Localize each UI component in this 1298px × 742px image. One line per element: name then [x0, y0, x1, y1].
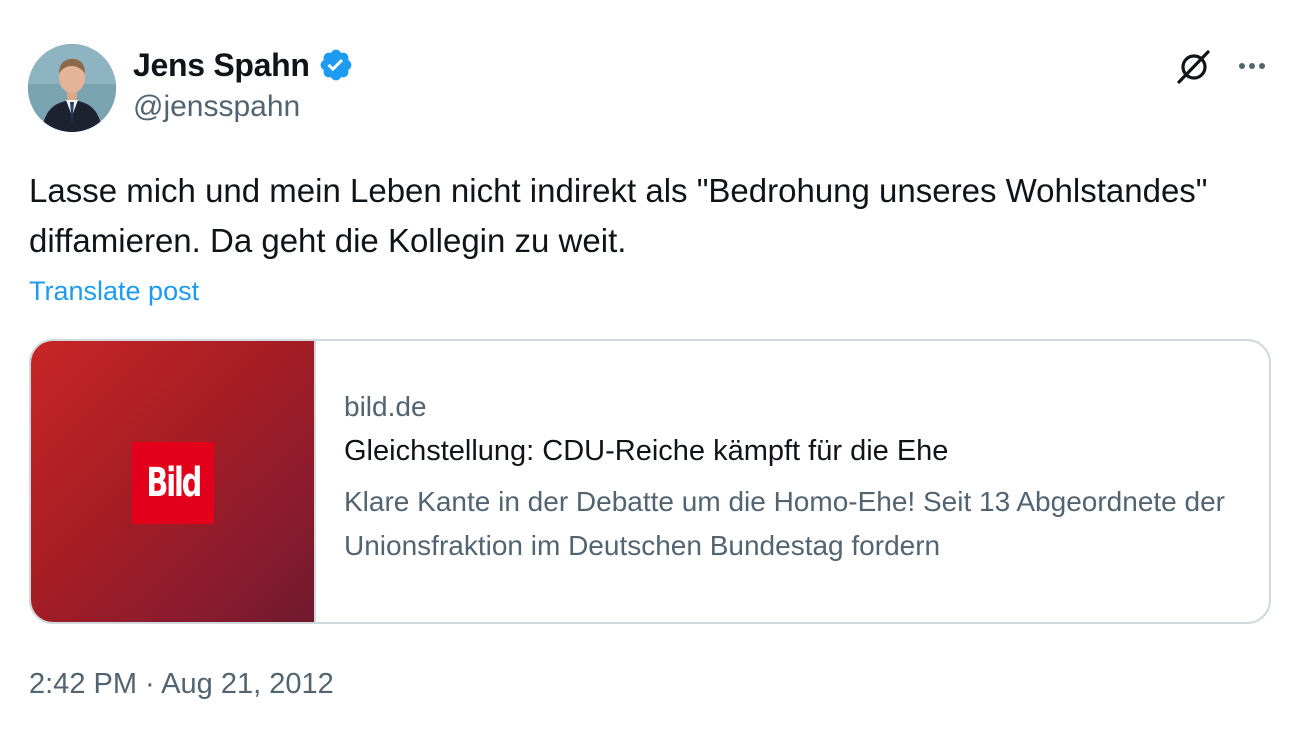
bild-logo-text: Bild: [146, 460, 202, 506]
post-avatar[interactable]: [28, 44, 116, 132]
more-options-button[interactable]: [1232, 46, 1272, 86]
author-display-name[interactable]: Jens Spahn: [133, 47, 310, 84]
link-card-title: Gleichstellung: CDU-Reiche kämpft für di…: [344, 435, 949, 467]
link-preview-card[interactable]: Bild bild.de Gleichstellung: CDU-Reiche …: [29, 339, 1271, 624]
link-card-thumbnail: Bild: [31, 341, 316, 622]
translate-post-link[interactable]: Translate post: [29, 276, 199, 307]
grok-button[interactable]: [1174, 46, 1214, 86]
avatar-image: [28, 44, 116, 132]
post-timestamp[interactable]: 2:42 PM · Aug 21, 2012: [29, 668, 334, 701]
link-card-description: Klare Kante in der Debatte um die Homo-E…: [344, 486, 1225, 561]
more-options-icon: [1239, 63, 1265, 69]
link-card-body: bild.de Gleichstellung: CDU-Reiche kämpf…: [344, 391, 1254, 568]
bild-logo: Bild: [135, 445, 211, 521]
author-handle[interactable]: @jensspahn: [133, 90, 300, 124]
verified-badge-icon[interactable]: [318, 47, 354, 83]
grok-icon: [1177, 50, 1210, 84]
author-name-row[interactable]: Jens Spahn: [133, 45, 354, 85]
link-card-domain: bild.de: [344, 391, 427, 422]
post-text: Lasse mich und mein Leben nicht indirekt…: [29, 172, 1208, 259]
